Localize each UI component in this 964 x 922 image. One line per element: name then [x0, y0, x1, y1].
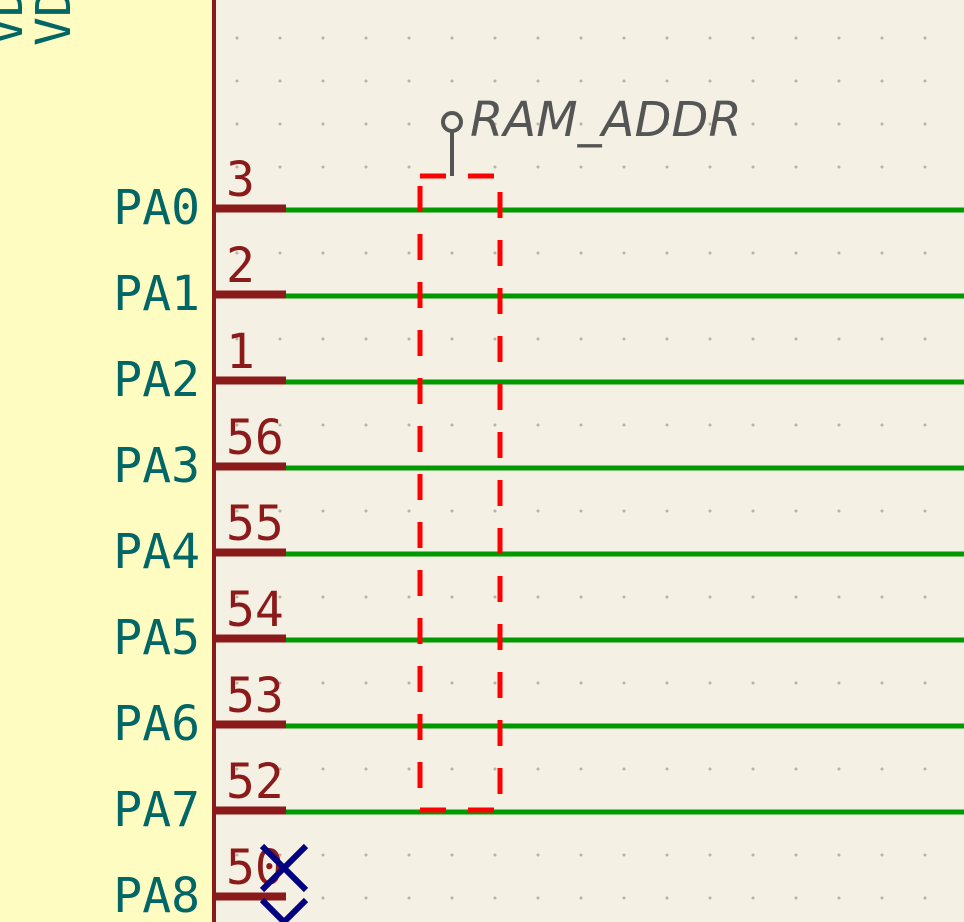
- pin-name-text: PA2: [113, 352, 200, 408]
- power-labels: VDDSVDD: [0, 0, 82, 46]
- pin-number-text: 54: [226, 582, 284, 638]
- pin-name-text: PA6: [113, 696, 200, 752]
- pin-number-text: 55: [226, 496, 284, 552]
- pin-name-text: PA5: [113, 610, 200, 666]
- pin-name-text: PA0: [113, 180, 200, 236]
- pin-number-text: 52: [226, 754, 284, 810]
- pin-name-text: PA3: [113, 438, 200, 494]
- pin-number-text: 2: [226, 238, 255, 294]
- net-label-endpoint-icon: [443, 113, 461, 131]
- pin-number-text: 53: [226, 668, 284, 724]
- pin-number-text: 50: [226, 840, 284, 896]
- pin-name-text: PA1: [113, 266, 200, 322]
- pin-number-text: 56: [226, 410, 284, 466]
- pin-number-text: 1: [226, 324, 255, 380]
- pin-name-text: PA4: [113, 524, 200, 580]
- power-label: VDD: [26, 0, 82, 46]
- pin-name-text: PA7: [113, 782, 200, 838]
- pin-number-text: 3: [226, 152, 255, 208]
- net-label-text: RAM_ADDR: [470, 92, 742, 148]
- pin-name-text: PA8: [113, 868, 200, 922]
